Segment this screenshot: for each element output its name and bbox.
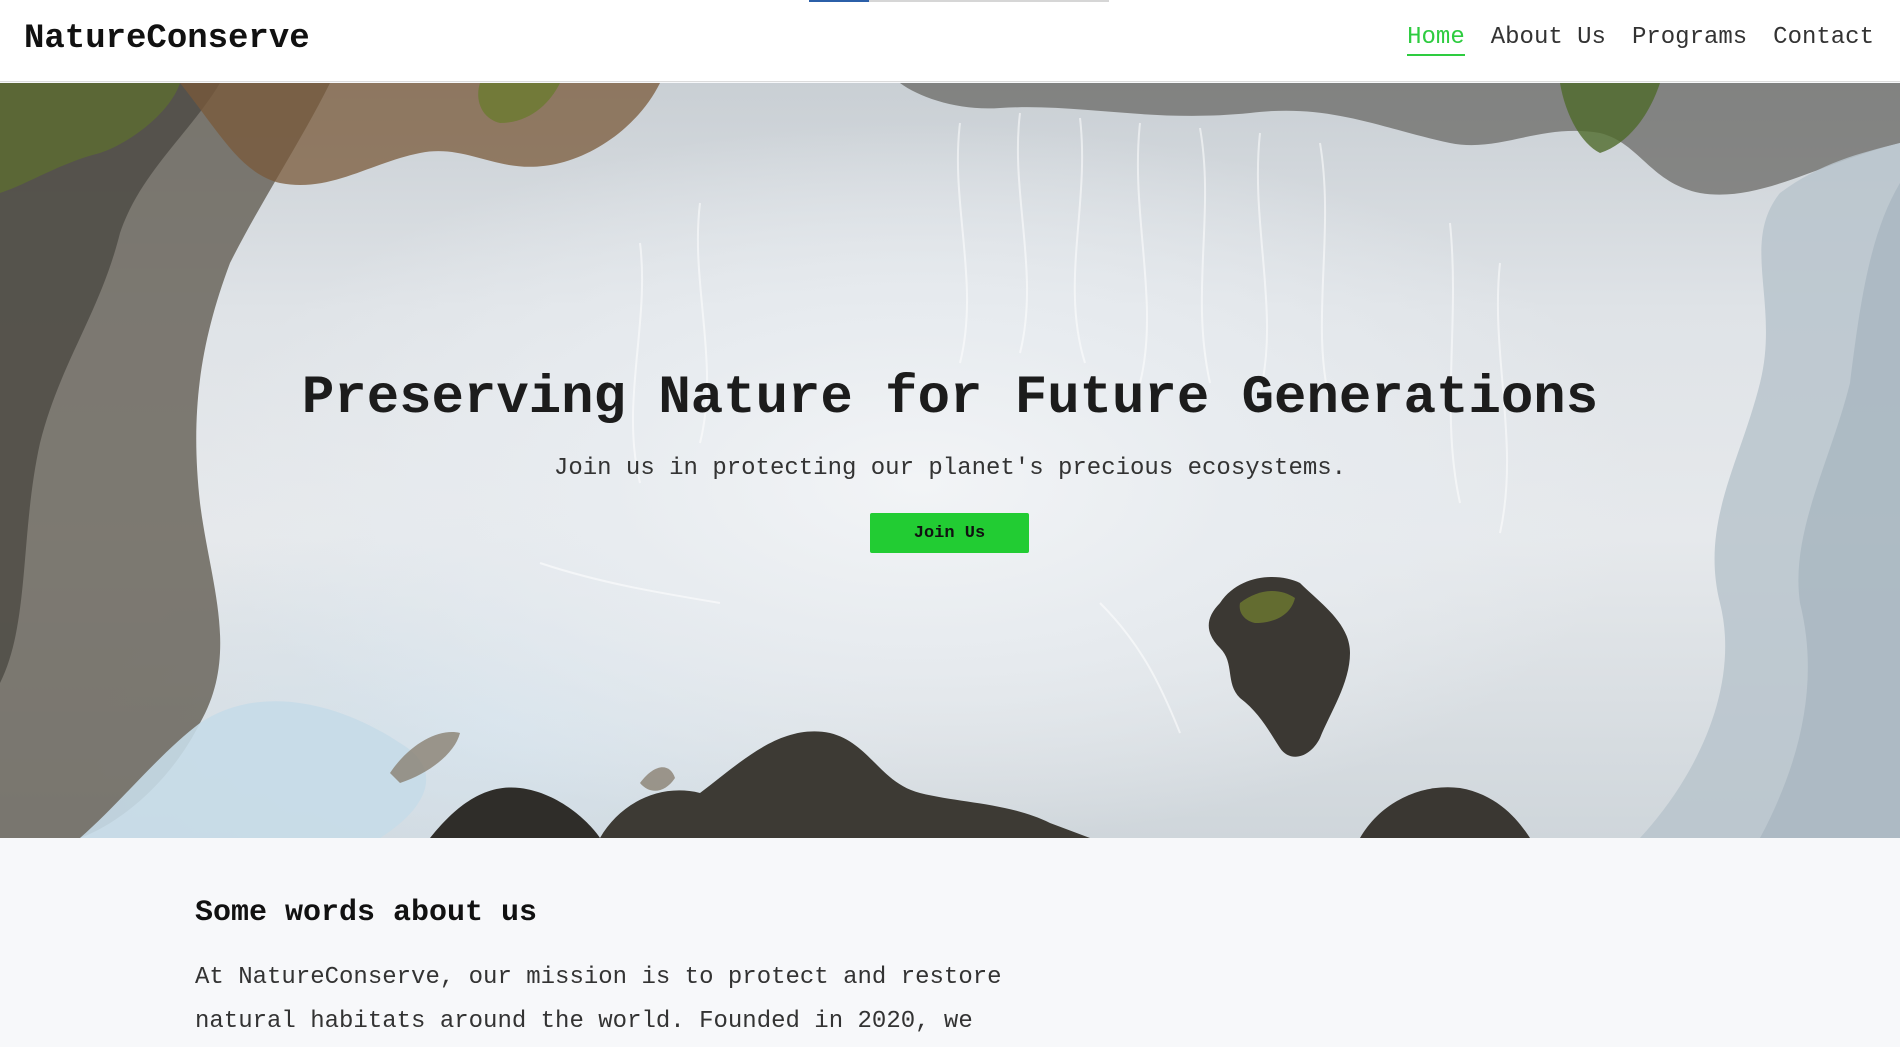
site-header: NatureConserve Home About Us Programs Co… — [0, 0, 1900, 82]
page-loading-bar-fill — [809, 0, 869, 2]
hero-content: Preserving Nature for Future Generations… — [0, 83, 1900, 838]
about-heading: Some words about us — [195, 896, 538, 930]
nav-home[interactable]: Home — [1407, 24, 1465, 56]
hero-section: Preserving Nature for Future Generations… — [0, 83, 1900, 838]
nav-contact[interactable]: Contact — [1773, 24, 1874, 56]
nav-programs[interactable]: Programs — [1632, 24, 1747, 56]
page-loading-bar — [809, 0, 1109, 2]
hero-title: Preserving Nature for Future Generations — [301, 368, 1599, 429]
join-us-button[interactable]: Join Us — [870, 513, 1029, 553]
about-text: At NatureConserve, our mission is to pro… — [195, 964, 1002, 1035]
about-section: Some words about us At NatureConserve, o… — [0, 838, 1900, 1047]
nav-about-us[interactable]: About Us — [1491, 24, 1606, 56]
main-nav: Home About Us Programs Contact — [1407, 24, 1874, 56]
hero-subtitle: Join us in protecting our planet's preci… — [553, 455, 1347, 482]
site-logo[interactable]: NatureConserve — [24, 20, 310, 58]
